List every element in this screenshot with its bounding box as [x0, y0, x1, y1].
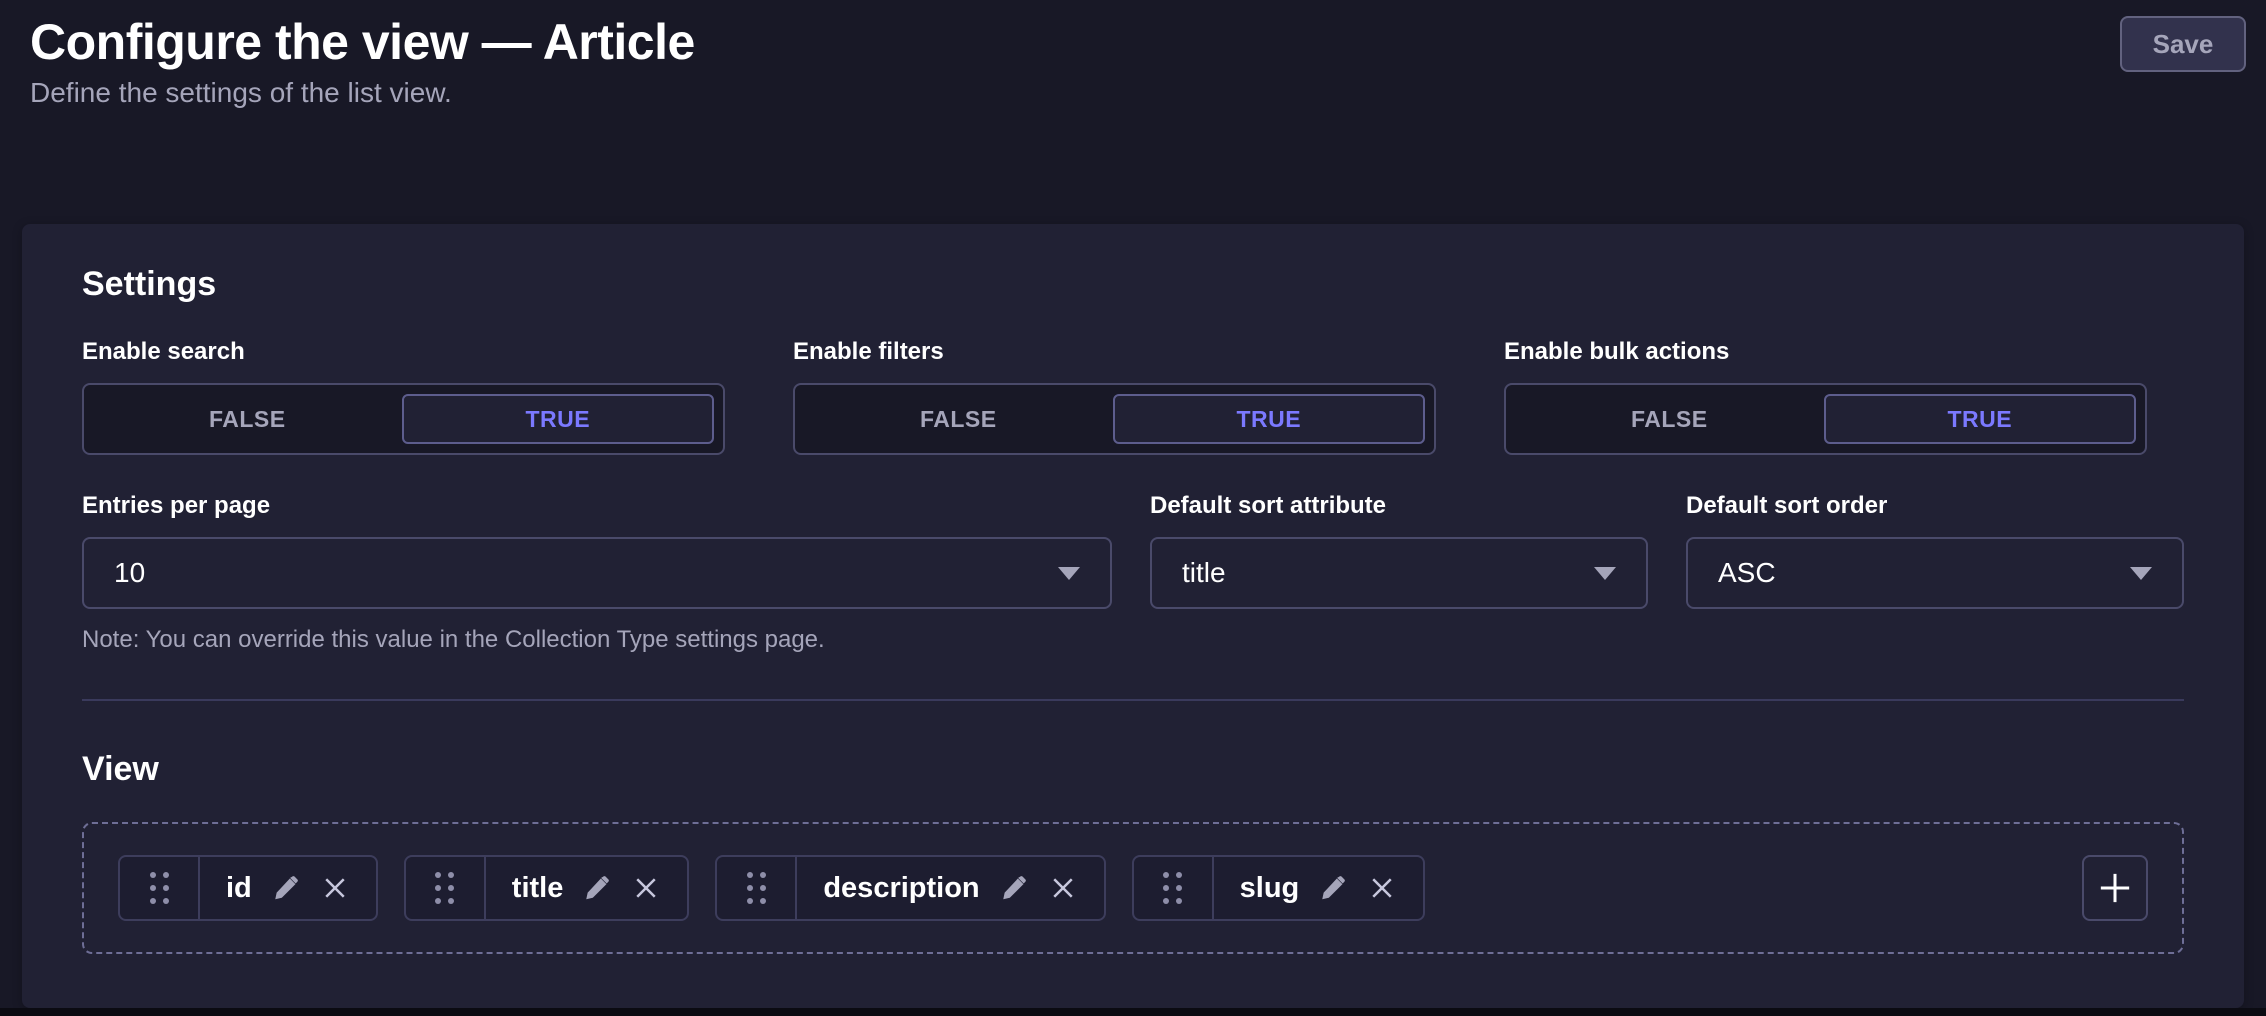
chip-body: description [797, 857, 1103, 919]
close-icon[interactable] [1048, 873, 1078, 903]
pencil-icon[interactable] [1319, 874, 1347, 902]
field-chip-label: description [823, 872, 979, 905]
enable-bulk-actions-field: Enable bulk actions FALSE TRUE [1504, 337, 2147, 455]
enable-bulk-actions-label: Enable bulk actions [1504, 337, 2147, 367]
enable-bulk-actions-false-option[interactable]: FALSE [1515, 394, 1824, 444]
default-sort-attribute-select[interactable]: title [1150, 537, 1648, 609]
drag-handle-icon[interactable] [1134, 857, 1214, 919]
enable-search-false-option[interactable]: FALSE [93, 394, 402, 444]
default-sort-attribute-value: title [1182, 557, 1226, 589]
close-icon[interactable] [631, 873, 661, 903]
close-icon[interactable] [1367, 873, 1397, 903]
field-chip-description: description [715, 855, 1105, 921]
chevron-down-icon [2130, 567, 2152, 580]
save-button[interactable]: Save [2120, 16, 2246, 72]
field-chip-list: id title [118, 855, 1425, 921]
enable-filters-field: Enable filters FALSE TRUE [793, 337, 1436, 455]
entries-per-page-field: Entries per page 10 Note: You can overri… [82, 491, 1112, 655]
entries-per-page-select[interactable]: 10 [82, 537, 1112, 609]
chip-body: id [200, 857, 376, 919]
field-chip-label: slug [1240, 872, 1300, 905]
enable-filters-label: Enable filters [793, 337, 1436, 367]
toggles-row: Enable search FALSE TRUE Enable filters … [82, 337, 2184, 455]
chip-body: slug [1214, 857, 1424, 919]
entries-per-page-note: Note: You can override this value in the… [82, 625, 1112, 655]
field-chip-label: title [512, 872, 564, 905]
enable-bulk-actions-true-option[interactable]: TRUE [1824, 394, 2137, 444]
enable-search-true-option[interactable]: TRUE [402, 394, 715, 444]
field-chip-slug: slug [1132, 855, 1426, 921]
default-sort-order-label: Default sort order [1686, 491, 2184, 521]
view-section-heading: View [82, 749, 2184, 790]
default-sort-order-value: ASC [1718, 557, 1776, 589]
plus-icon [2095, 868, 2135, 908]
entries-per-page-value: 10 [114, 557, 145, 589]
drag-handle-icon[interactable] [406, 857, 486, 919]
drag-handle-icon[interactable] [717, 857, 797, 919]
enable-search-label: Enable search [82, 337, 725, 367]
selects-row: Entries per page 10 Note: You can overri… [82, 491, 2184, 655]
enable-filters-false-option[interactable]: FALSE [804, 394, 1113, 444]
chevron-down-icon [1058, 567, 1080, 580]
settings-section-heading: Settings [82, 264, 2184, 305]
enable-search-field: Enable search FALSE TRUE [82, 337, 725, 455]
chevron-down-icon [1594, 567, 1616, 580]
chip-body: title [486, 857, 688, 919]
default-sort-order-field: Default sort order ASC [1686, 491, 2184, 655]
page-subtitle: Define the settings of the list view. [30, 76, 2236, 110]
pencil-icon[interactable] [1000, 874, 1028, 902]
add-field-button[interactable] [2082, 855, 2148, 921]
default-sort-attribute-field: Default sort attribute title [1150, 491, 1648, 655]
field-chip-title: title [404, 855, 690, 921]
close-icon[interactable] [320, 873, 350, 903]
field-chip-label: id [226, 872, 252, 905]
enable-search-toggle: FALSE TRUE [82, 383, 725, 455]
view-fields-dropzone: id title [82, 822, 2184, 954]
pencil-icon[interactable] [272, 874, 300, 902]
pencil-icon[interactable] [583, 874, 611, 902]
settings-card: Settings Enable search FALSE TRUE Enable… [22, 224, 2244, 1008]
enable-filters-toggle: FALSE TRUE [793, 383, 1436, 455]
page-header: Configure the view — Article Define the … [0, 0, 2266, 110]
section-divider [82, 699, 2184, 701]
enable-filters-true-option[interactable]: TRUE [1113, 394, 1426, 444]
drag-handle-icon[interactable] [120, 857, 200, 919]
entries-per-page-label: Entries per page [82, 491, 1112, 521]
viewport-bottom-edge [0, 1008, 2266, 1016]
default-sort-attribute-label: Default sort attribute [1150, 491, 1648, 521]
field-chip-id: id [118, 855, 378, 921]
enable-bulk-actions-toggle: FALSE TRUE [1504, 383, 2147, 455]
default-sort-order-select[interactable]: ASC [1686, 537, 2184, 609]
page-title: Configure the view — Article [30, 14, 2236, 70]
